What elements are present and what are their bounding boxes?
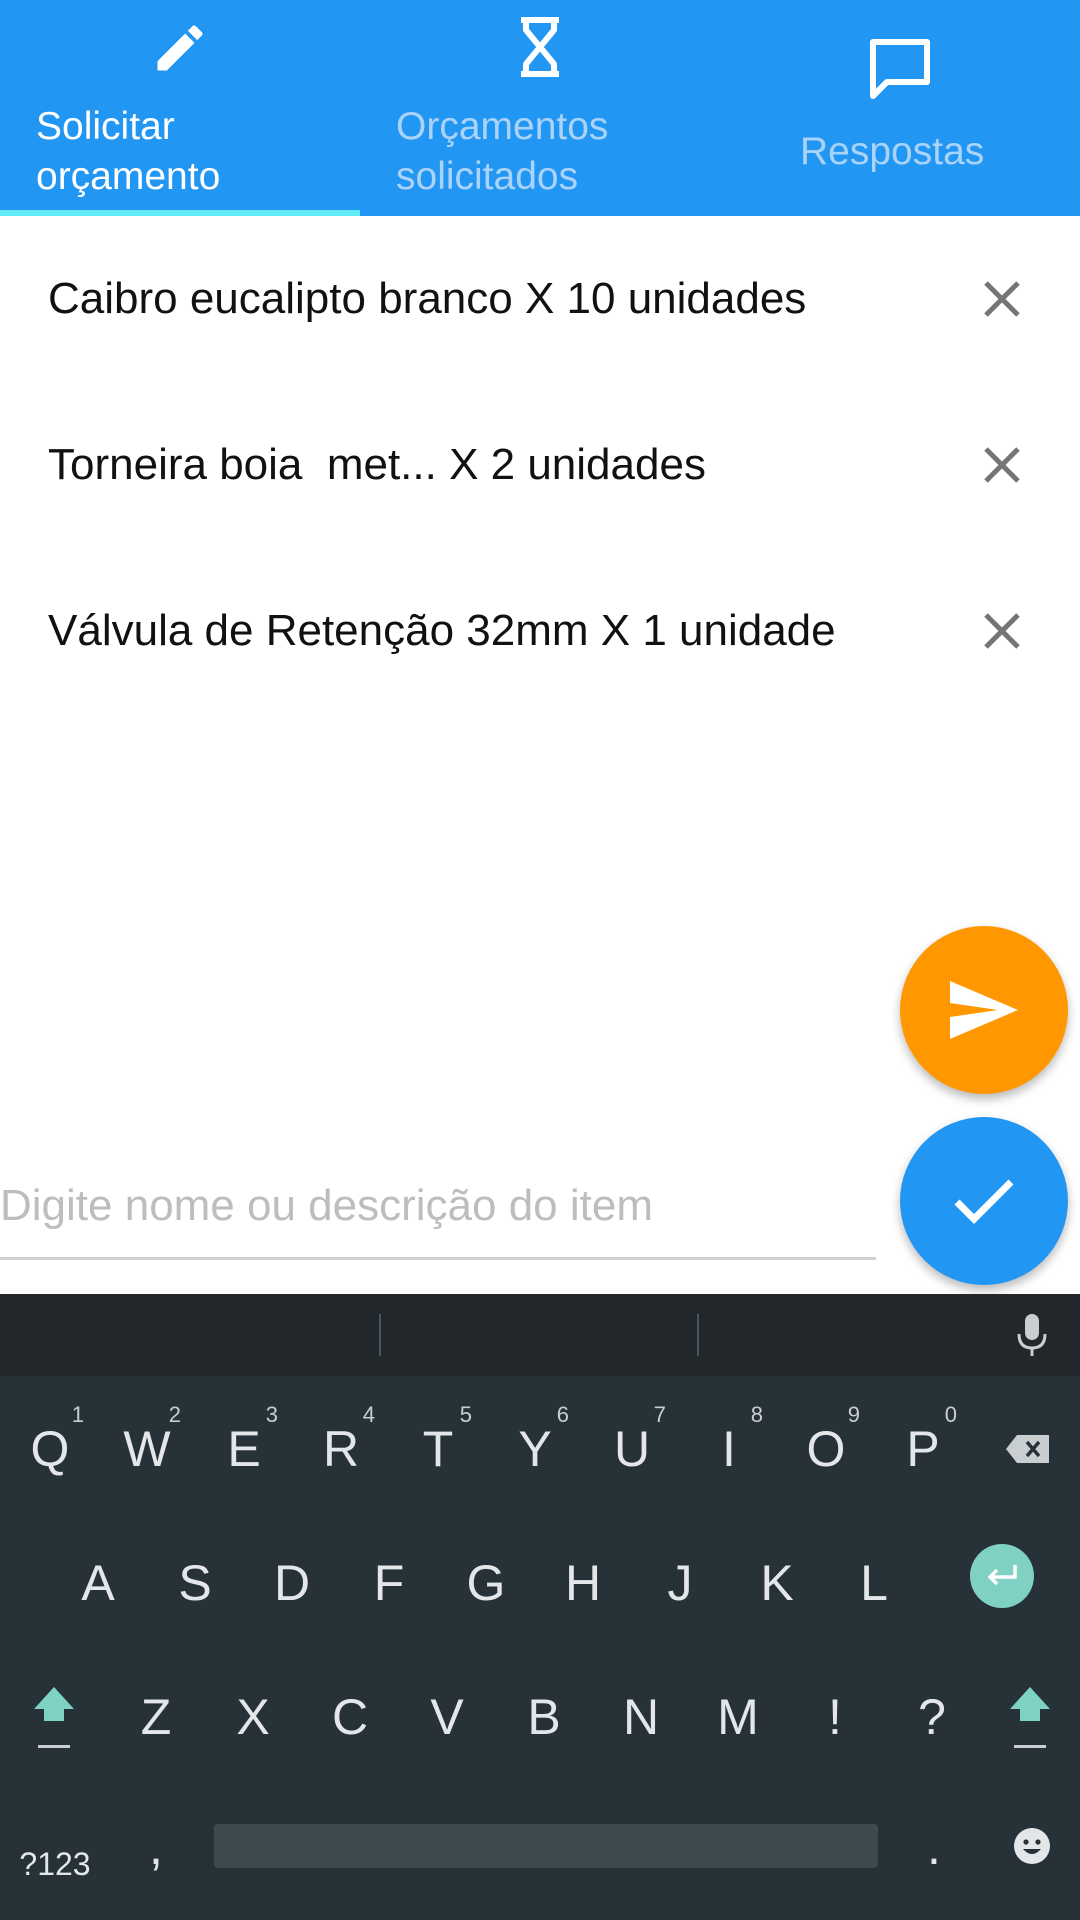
emoji-key[interactable] — [1010, 1824, 1054, 1868]
key-u[interactable]: U7 — [584, 1394, 680, 1504]
key-z[interactable]: Z — [108, 1662, 204, 1772]
key-n[interactable]: N — [593, 1662, 689, 1772]
key-h[interactable]: H — [535, 1528, 631, 1638]
tab-respostas[interactable]: Respostas — [720, 0, 1080, 216]
suggestion-divider — [379, 1314, 381, 1356]
key-hint: 8 — [750, 1402, 763, 1427]
key-label: R — [322, 1421, 360, 1477]
key-hint: 5 — [459, 1402, 472, 1427]
comma-key[interactable]: , — [108, 1792, 204, 1902]
key-label: W — [123, 1421, 171, 1477]
enter-key[interactable] — [970, 1544, 1034, 1608]
suggestion-divider — [697, 1314, 699, 1356]
key-t[interactable]: T5 — [390, 1394, 486, 1504]
key-l[interactable]: L — [826, 1528, 922, 1638]
key-m[interactable]: M — [690, 1662, 786, 1772]
key-label: U — [613, 1421, 651, 1477]
key-d[interactable]: D — [244, 1528, 340, 1638]
enter-icon — [987, 1565, 1017, 1586]
key-a[interactable]: A — [50, 1528, 146, 1638]
tab-solicitar-orcamento[interactable]: Solicitar orçamento — [0, 0, 360, 216]
key-label: Q — [30, 1421, 70, 1477]
item-list: Caibro eucalipto branco X 10 unidades To… — [0, 216, 1080, 714]
item-text: Válvula de Retenção 32mm X 1 unidade — [48, 606, 836, 655]
pencil-icon — [150, 18, 210, 83]
list-item: Caibro eucalipto branco X 10 unidades — [0, 216, 1080, 382]
key-y[interactable]: Y6 — [487, 1394, 583, 1504]
period-key[interactable]: . — [886, 1792, 982, 1902]
shift-icon — [1010, 1687, 1050, 1748]
key-label: O — [806, 1421, 846, 1477]
key-label: E — [227, 1421, 261, 1477]
item-text: Torneira boia met... X 2 unidades — [48, 440, 706, 489]
key-label: Y — [518, 1421, 552, 1477]
key-j[interactable]: J — [632, 1528, 728, 1638]
send-button[interactable] — [900, 926, 1068, 1094]
key-f[interactable]: F — [341, 1528, 437, 1638]
confirm-button[interactable] — [900, 1117, 1068, 1285]
key-k[interactable]: K — [729, 1528, 825, 1638]
shift-key-left[interactable] — [6, 1662, 102, 1772]
key-label: I — [722, 1421, 736, 1477]
hourglass-icon — [517, 16, 563, 83]
tab-label: Solicitar orçamento — [36, 105, 221, 198]
close-icon — [984, 447, 1020, 483]
backspace-icon — [1006, 1435, 1049, 1463]
soft-keyboard: Q1 W2 E3 R4 T5 Y6 U7 I8 O9 P0 A S D F G … — [0, 1294, 1080, 1920]
key-b[interactable]: B — [496, 1662, 592, 1772]
emoji-icon — [1014, 1828, 1050, 1864]
key-hint: 6 — [556, 1402, 569, 1427]
key-exclamation[interactable]: ! — [787, 1662, 883, 1772]
key-hint: 1 — [71, 1402, 84, 1427]
suggestion-strip — [0, 1294, 1080, 1376]
key-q[interactable]: Q1 — [2, 1394, 98, 1504]
key-r[interactable]: R4 — [293, 1394, 389, 1504]
backspace-key[interactable] — [980, 1394, 1076, 1504]
close-icon — [984, 281, 1020, 317]
key-v[interactable]: V — [399, 1662, 495, 1772]
spacebar[interactable] — [214, 1824, 878, 1868]
key-i[interactable]: I8 — [681, 1394, 777, 1504]
key-w[interactable]: W2 — [99, 1394, 195, 1504]
key-label: P — [906, 1421, 940, 1477]
microphone-icon[interactable] — [1014, 1312, 1050, 1358]
key-hint: 9 — [847, 1402, 860, 1427]
list-item: Válvula de Retenção 32mm X 1 unidade — [0, 548, 1080, 714]
key-hint: 7 — [653, 1402, 666, 1427]
key-e[interactable]: E3 — [196, 1394, 292, 1504]
key-hint: 3 — [265, 1402, 278, 1427]
send-icon — [950, 981, 1018, 1039]
key-hint: 0 — [944, 1402, 957, 1427]
item-text: Caibro eucalipto branco X 10 unidades — [48, 274, 807, 323]
tab-orcamentos-solicitados[interactable]: Orçamentos solicitados — [360, 0, 720, 216]
key-g[interactable]: G — [438, 1528, 534, 1638]
key-p[interactable]: P0 — [875, 1394, 971, 1504]
close-icon — [984, 613, 1020, 649]
input-underline — [0, 1257, 876, 1260]
shift-icon — [34, 1687, 74, 1748]
remove-item-button[interactable] — [970, 433, 1034, 497]
symbols-key[interactable]: ?123 — [10, 1834, 100, 1894]
item-search-input[interactable] — [0, 1174, 876, 1238]
key-o[interactable]: O9 — [778, 1394, 874, 1504]
check-icon — [954, 1179, 1014, 1224]
key-s[interactable]: S — [147, 1528, 243, 1638]
remove-item-button[interactable] — [970, 267, 1034, 331]
tab-label: Orçamentos solicitados — [396, 105, 609, 198]
key-c[interactable]: C — [302, 1662, 398, 1772]
remove-item-button[interactable] — [970, 599, 1034, 663]
key-label: T — [422, 1421, 454, 1477]
list-item: Torneira boia met... X 2 unidades — [0, 382, 1080, 548]
chat-bubble-icon — [867, 36, 933, 107]
shift-key-right[interactable] — [982, 1662, 1078, 1772]
tab-bar: Solicitar orçamento Orçamentos solicitad… — [0, 0, 1080, 216]
key-hint: 4 — [362, 1402, 375, 1427]
key-hint: 2 — [168, 1402, 181, 1427]
key-x[interactable]: X — [205, 1662, 301, 1772]
key-question[interactable]: ? — [884, 1662, 980, 1772]
tab-label: Respostas — [800, 130, 985, 173]
